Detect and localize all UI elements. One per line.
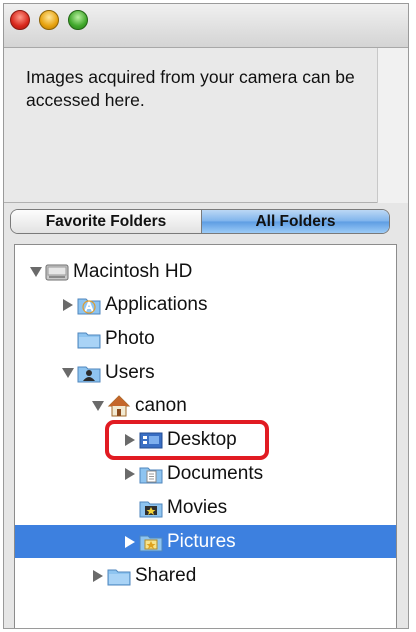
documents-folder-icon — [139, 462, 163, 486]
pictures-folder-icon — [139, 530, 163, 554]
desktop-highlight-callout — [105, 420, 269, 460]
tree-item-applications[interactable]: Applications — [15, 288, 396, 321]
tree-item-macintosh-hd[interactable]: Macintosh HD — [15, 255, 396, 288]
folder-browser-window: Images acquired from your camera can be … — [3, 3, 409, 629]
applications-folder-icon — [77, 293, 101, 317]
expanded-triangle-icon[interactable] — [29, 263, 43, 281]
home-icon — [107, 394, 131, 418]
folder-tree: Macintosh HD Applications Photo Users ca… — [14, 244, 397, 628]
tree-item-label: Pictures — [167, 530, 236, 552]
info-text: Images acquired from your camera can be … — [26, 67, 355, 110]
tree-item-label: Photo — [105, 327, 155, 349]
expanded-triangle-icon[interactable] — [91, 397, 105, 415]
folder-icon — [107, 564, 131, 588]
info-panel: Images acquired from your camera can be … — [4, 48, 377, 203]
tree-item-label: Users — [105, 361, 155, 383]
folder-tabs: Favorite Folders All Folders — [10, 209, 390, 234]
tab-favorite-folders[interactable]: Favorite Folders — [11, 210, 202, 233]
folder-icon — [77, 327, 101, 351]
tree-item-shared[interactable]: Shared — [15, 559, 396, 592]
minimize-button[interactable] — [39, 10, 59, 30]
tree-item-label: Applications — [105, 293, 208, 315]
tree-item-photo[interactable]: Photo — [15, 322, 396, 355]
tree-item-documents[interactable]: Documents — [15, 457, 396, 490]
tree-item-label: canon — [135, 394, 187, 416]
tree-item-label: Macintosh HD — [73, 260, 193, 282]
tree-item-label: Movies — [167, 496, 228, 518]
tree-item-label: Documents — [167, 462, 264, 484]
collapsed-triangle-icon[interactable] — [61, 296, 75, 314]
collapsed-triangle-icon[interactable] — [123, 465, 137, 483]
tree-item-canon[interactable]: canon — [15, 389, 396, 422]
title-bar — [4, 4, 408, 48]
expanded-triangle-icon[interactable] — [61, 364, 75, 382]
tree-item-pictures[interactable]: Pictures — [15, 525, 396, 558]
close-button[interactable] — [10, 10, 30, 30]
collapsed-triangle-icon[interactable] — [123, 533, 137, 551]
hard-drive-icon — [45, 260, 69, 284]
tree-item-users[interactable]: Users — [15, 356, 396, 389]
info-scrollbar[interactable] — [377, 48, 408, 203]
tree-item-movies[interactable]: Movies — [15, 491, 396, 524]
movies-folder-icon — [139, 496, 163, 520]
tab-all-folders[interactable]: All Folders — [202, 210, 389, 233]
collapsed-triangle-icon[interactable] — [91, 567, 105, 585]
tree-item-label: Shared — [135, 564, 197, 586]
zoom-button[interactable] — [68, 10, 88, 30]
users-folder-icon — [77, 361, 101, 385]
